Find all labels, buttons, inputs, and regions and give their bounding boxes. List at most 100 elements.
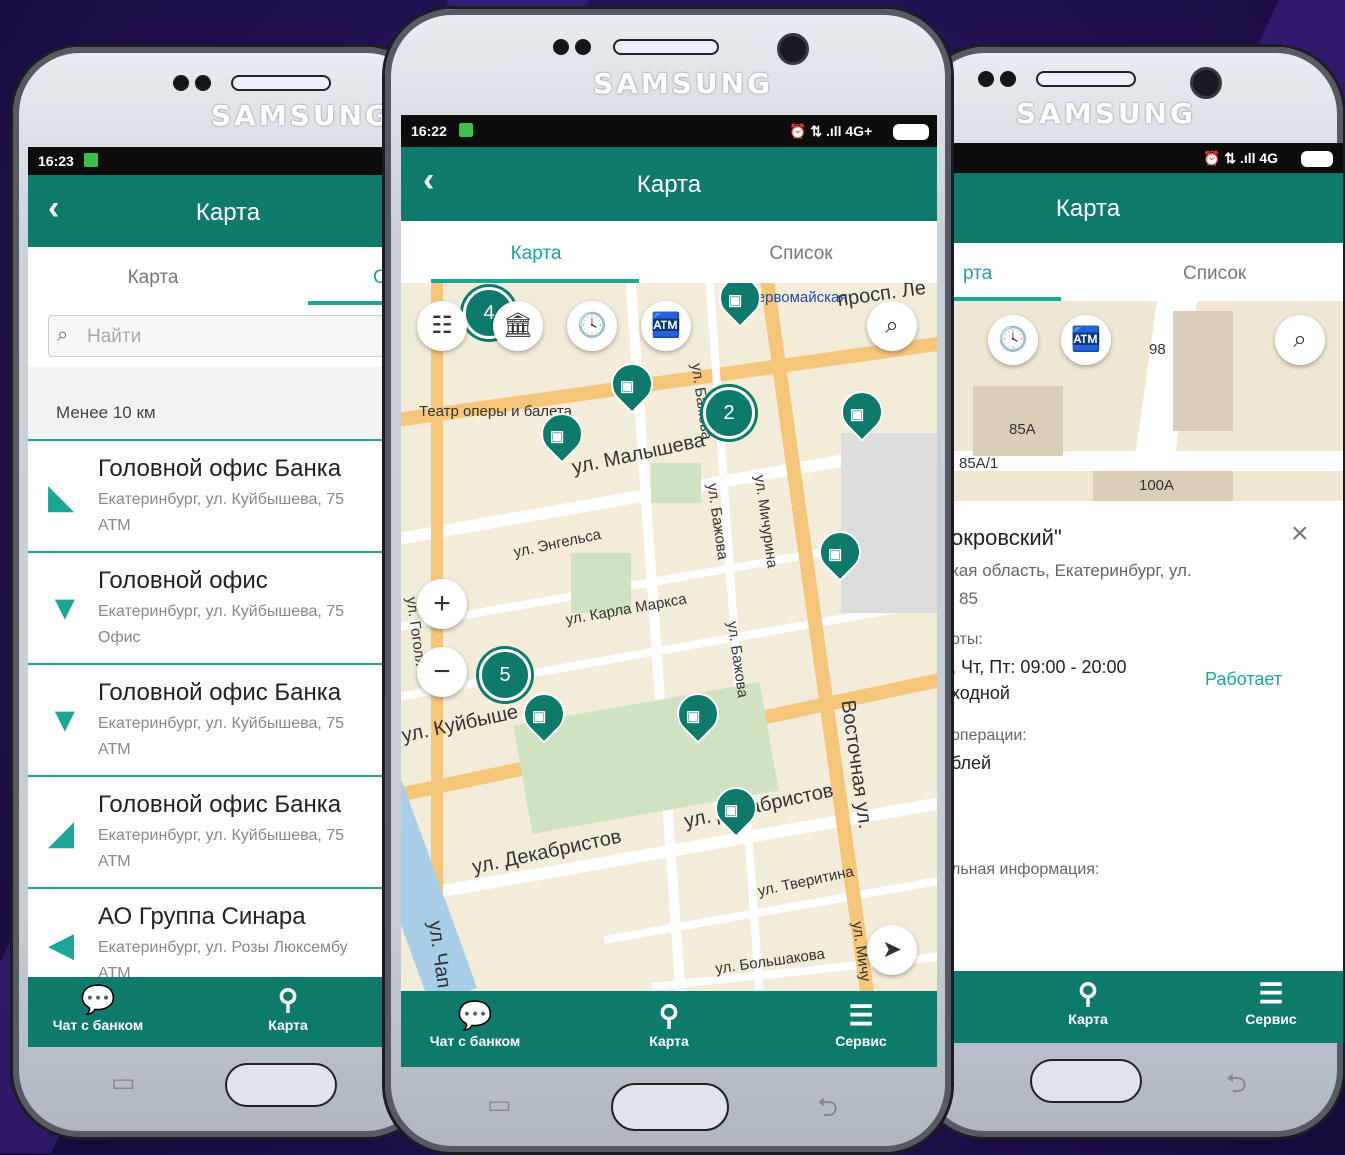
item-kind: ATM — [98, 965, 131, 977]
street-label: ул. Мичурина — [750, 473, 781, 570]
page-title: Карта — [1055, 195, 1121, 222]
hours-label: оты: — [951, 631, 983, 648]
tab-list[interactable]: Список — [701, 243, 901, 265]
atm-icon: ▣ — [850, 406, 865, 424]
office-detail-panel: окровский" × кая область, Екатеринбург, … — [943, 501, 1343, 971]
status-icons: ⏰ ⇅ .ıll 4G — [1203, 150, 1279, 166]
map-view[interactable]: 98 85А 85А/1 100А 🕓 🏧 ⌕ — [943, 301, 1343, 501]
my-location-button[interactable]: ➤ — [867, 925, 917, 975]
chat-icon: 💬 — [457, 1000, 493, 1031]
tab-map[interactable]: Карта — [431, 243, 641, 265]
nav-map-label: Карта — [1068, 1011, 1108, 1027]
bottom-nav: 💬 Чат с банком ⚲ Карта ☰ Сервис — [401, 991, 937, 1067]
brand-logo: SAMSUNG — [211, 99, 392, 132]
map-park — [651, 463, 701, 503]
tab-map[interactable]: рта — [963, 263, 992, 285]
item-address: Екатеринбург, ул. Куйбышева, 75 — [98, 491, 345, 508]
list-item[interactable]: ▼ Головной офис Екатеринбург, ул. Куйбыш… — [28, 553, 428, 665]
atm-icon: ▣ — [724, 802, 739, 820]
tab-bar: рта Список — [943, 243, 1343, 302]
list-item[interactable]: ◣ Головной офис Банка Екатеринбург, ул. … — [28, 441, 428, 553]
notification-icon — [84, 153, 98, 167]
search-icon: ⌕ — [57, 324, 69, 346]
home-button[interactable] — [1030, 1059, 1142, 1103]
list-item[interactable]: ▼ Головной офис Банка Екатеринбург, ул. … — [28, 665, 428, 777]
navigation-arrow-icon: ➤ — [881, 936, 903, 963]
atm-map-pin[interactable]: ▣ — [602, 354, 662, 414]
minus-icon: − — [433, 655, 451, 688]
filter-settings-button[interactable]: ☷ — [417, 301, 467, 351]
status-bar: ⏰ ⇅ .ıll 4G — [943, 143, 1343, 173]
map-pin-icon: ⚲ — [658, 1000, 680, 1031]
direction-arrow-icon: ▼ — [48, 589, 82, 627]
speaker-grille — [1036, 71, 1136, 87]
back-key[interactable]: ⮌ — [1226, 1065, 1247, 1109]
building-number: 85А — [1009, 421, 1036, 438]
map-cluster[interactable]: 2 — [703, 387, 755, 439]
center-screen: 16:22 ⏰ ⇅ .ıll 4G+ ‹ Карта Карта Список — [401, 115, 937, 1067]
sliders-icon: ☷ — [431, 312, 453, 339]
search-input[interactable]: ⌕ Найти — [48, 315, 428, 357]
home-button[interactable] — [225, 1063, 337, 1107]
tab-map[interactable]: Карта — [28, 267, 278, 289]
tab-list[interactable]: Список — [1183, 263, 1246, 285]
nav-map-label: Карта — [649, 1033, 689, 1049]
map-view[interactable]: Театр оперы и балета ул. Малышева ул. Эн… — [401, 283, 937, 991]
item-address: Екатеринбург, ул. Куйбышева, 75 — [98, 715, 345, 732]
notification-icon — [459, 123, 473, 137]
recent-apps-key[interactable]: ▭ — [487, 1089, 512, 1120]
item-address: Екатеринбург, ул. Куйбышева, 75 — [98, 827, 345, 844]
clock-icon: 🕓 — [998, 326, 1028, 353]
building-number: 100А — [1139, 477, 1175, 494]
search-button[interactable]: ⌕ — [867, 301, 917, 351]
center-phone: SAMSUNG 16:22 ⏰ ⇅ .ıll 4G+ ‹ Карта Карта… — [382, 6, 954, 1155]
plus-icon: + — [433, 587, 451, 620]
battery-icon — [893, 124, 929, 140]
atm-icon: ▣ — [550, 428, 565, 446]
nav-map[interactable]: ⚲ Карта — [1038, 977, 1138, 1027]
extra-info-label: льная информация: — [951, 861, 1100, 878]
atm-filter-button[interactable]: 🏧 — [1061, 315, 1111, 365]
bottom-nav: ⚲ Карта ☰ Сервис — [943, 971, 1343, 1043]
back-key[interactable]: ⮌ — [817, 1089, 838, 1133]
zoom-in-button[interactable]: + — [417, 579, 467, 629]
map-cluster[interactable]: 5 — [479, 649, 531, 701]
item-address: Екатеринбург, ул. Куйбышева, 75 — [98, 603, 345, 620]
list-item[interactable]: ◀ АО Группа Синара Екатеринбург, ул. Роз… — [28, 889, 428, 977]
hours-filter-button[interactable]: 🕓 — [988, 315, 1038, 365]
right-phone: SAMSUNG ⏰ ⇅ .ıll 4G Карта рта Список 98 … — [915, 44, 1345, 1140]
building-number: 98 — [1149, 341, 1166, 358]
status-bar: 16:22 ⏰ ⇅ .ıll 4G+ — [401, 115, 937, 147]
bank-filter-button[interactable]: 🏛 — [493, 301, 543, 351]
list-item[interactable]: ◢ Головной офис Банка Екатеринбург, ул. … — [28, 777, 428, 889]
hours-filter-button[interactable]: 🕓 — [567, 301, 617, 351]
atm-filter-button[interactable]: 🏧 — [641, 301, 691, 351]
front-camera — [1190, 67, 1222, 99]
nav-chat[interactable]: 💬 Чат с банком — [425, 999, 525, 1049]
status-bar: 16:23 — [28, 147, 428, 175]
nav-map[interactable]: ⚲ Карта — [619, 999, 719, 1049]
open-status: Работает — [1205, 669, 1283, 689]
home-button[interactable] — [611, 1083, 729, 1131]
menu-list-icon: ☰ — [848, 1000, 874, 1031]
nav-map-label: Карта — [268, 1017, 308, 1033]
nav-service[interactable]: ☰ Сервис — [811, 999, 911, 1049]
atm-icon: 🏧 — [651, 312, 681, 339]
speaker-grille — [231, 75, 331, 91]
distance-filter[interactable]: Менее 10 км — [28, 367, 428, 441]
speaker-grille — [613, 39, 719, 55]
item-name: Головной офис — [98, 567, 268, 594]
distance-filter-label: Менее 10 км — [56, 403, 156, 422]
close-icon[interactable]: × — [1291, 517, 1309, 551]
nav-map[interactable]: ⚲ Карта — [238, 983, 338, 1033]
item-name: Головной офис Банка — [98, 455, 342, 482]
item-kind: ATM — [98, 517, 131, 534]
right-screen: ⏰ ⇅ .ıll 4G Карта рта Список 98 85А 85А/… — [943, 143, 1343, 1043]
nav-service[interactable]: ☰ Сервис — [1221, 977, 1321, 1027]
battery-icon — [1301, 151, 1333, 167]
recent-apps-key[interactable]: ▭ — [111, 1067, 136, 1098]
zoom-out-button[interactable]: − — [417, 647, 467, 697]
nav-chat[interactable]: 💬 Чат с банком — [48, 983, 148, 1033]
chat-icon: 💬 — [80, 984, 116, 1015]
search-button[interactable]: ⌕ — [1275, 315, 1325, 365]
